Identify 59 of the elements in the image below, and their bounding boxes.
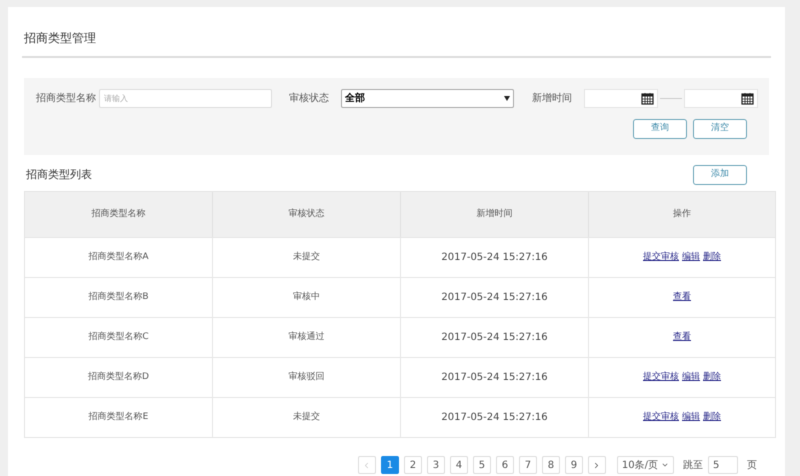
table-cell-text: 2017-05-24 15:27:16 [441, 411, 548, 425]
end-date-field[interactable] [684, 89, 758, 108]
name-input-field[interactable]: 请输入 [99, 89, 272, 108]
page-button[interactable]: 2 [404, 456, 422, 474]
table-cell-text: 2017-05-24 15:27:16 [441, 291, 548, 305]
status-select[interactable]: 全部 [341, 89, 514, 108]
page-unit-label: 页 [747, 458, 757, 472]
add-button[interactable]: 添加 [693, 165, 747, 185]
table-cell-text: 招商类型名称C [88, 330, 149, 344]
field-label: 招商类型名称 [35, 92, 96, 106]
table-cell-text: 招商类型名称B [88, 290, 149, 304]
page-size-select[interactable]: 10条/页 [616, 456, 674, 474]
table-cell-text: 审核通过 [288, 330, 324, 344]
column-header: 审核状态 [288, 208, 324, 221]
table-cell-text: 招商类型名称D [88, 370, 149, 384]
table-cell-text: 未提交 [293, 410, 320, 424]
search-button[interactable]: 查询 [633, 119, 687, 139]
page-button[interactable]: 3 [426, 456, 445, 474]
table-cell-text: 招商类型名称A [88, 250, 149, 264]
page-button[interactable]: 9 [564, 456, 583, 474]
table-cell-text: 审核驳回 [288, 370, 324, 384]
table-cell-text: 2017-05-24 15:27:16 [441, 371, 548, 385]
table-cell-text: 审核中 [293, 290, 320, 304]
field-label: 审核状态 [289, 92, 329, 106]
action-link[interactable]: 提交审核 [643, 410, 679, 424]
action-link[interactable]: 编辑 [682, 370, 700, 384]
jump-page-field[interactable]: 5 [708, 456, 738, 474]
column-header: 操作 [673, 208, 691, 221]
table-cell-text: 招商类型名称E [88, 410, 148, 424]
action-link[interactable]: 查看 [673, 290, 691, 304]
start-date-field[interactable] [584, 89, 658, 108]
dropdown-arrow-icon [504, 96, 510, 101]
column-header: 招商类型名称 [92, 208, 146, 221]
page-title: 招商类型管理 [24, 31, 96, 45]
chevron-down-icon [661, 461, 669, 469]
list-title: 招商类型列表 [25, 166, 92, 183]
page-button[interactable]: 6 [496, 456, 514, 474]
column-header: 新增时间 [476, 208, 512, 221]
action-link[interactable]: 删除 [703, 250, 721, 264]
clear-button[interactable]: 清空 [693, 119, 747, 139]
page-button[interactable]: 1 [380, 456, 399, 474]
page-button[interactable]: 4 [450, 456, 468, 474]
field-label: 新增时间 [532, 92, 572, 106]
action-link[interactable]: 删除 [703, 410, 721, 424]
action-link[interactable]: 编辑 [682, 410, 700, 424]
action-link[interactable]: 删除 [703, 370, 721, 384]
action-link[interactable]: 编辑 [682, 250, 700, 264]
action-link[interactable]: 提交审核 [643, 250, 679, 264]
calendar-icon[interactable] [641, 92, 654, 105]
action-link[interactable]: 查看 [673, 330, 691, 344]
table-cell-text: 2017-05-24 15:27:16 [441, 331, 548, 345]
page-button[interactable]: 8 [542, 456, 560, 474]
page-button[interactable]: 7 [518, 456, 537, 474]
page-button[interactable]: 5 [472, 456, 491, 474]
action-link[interactable]: 提交审核 [643, 370, 679, 384]
jump-label: 跳至 [683, 458, 703, 472]
table-cell-text: 2017-05-24 15:27:16 [441, 251, 548, 265]
calendar-icon[interactable] [741, 92, 754, 105]
table-cell-text: 未提交 [293, 250, 320, 264]
